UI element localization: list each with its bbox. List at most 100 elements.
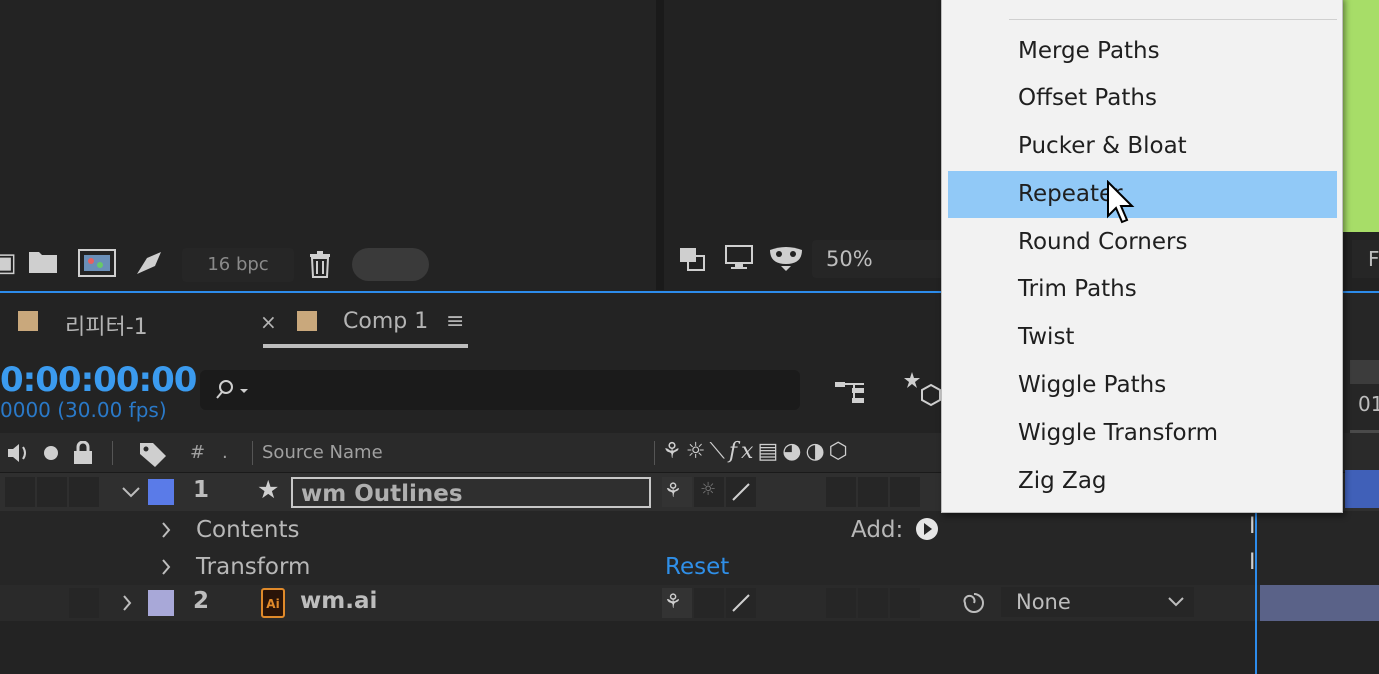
mouse-pointer-icon	[1107, 180, 1135, 224]
new-composition-icon[interactable]	[78, 248, 116, 283]
zoom-dropdown[interactable]: 50%	[812, 240, 952, 278]
chevron-right-icon[interactable]	[121, 594, 133, 612]
quality-icon[interactable]: ⟍	[709, 439, 728, 464]
collapse-icon[interactable]: ☼	[686, 439, 710, 464]
shy-icon: ⚘	[664, 589, 682, 613]
tab-close-icon[interactable]: ×	[260, 310, 277, 334]
parent-dropdown[interactable]: None	[1001, 587, 1194, 617]
time-ruler[interactable]	[1350, 360, 1379, 384]
fx-icon[interactable]: fx	[729, 439, 758, 464]
chevron-down-icon	[1168, 597, 1184, 607]
property-name: Contents	[196, 517, 300, 543]
property-row-contents[interactable]: Contents Add:	[0, 511, 1379, 549]
menu-item-merge-paths[interactable]: Merge Paths	[948, 28, 1337, 75]
3d-layer-icon[interactable]: ⬡	[829, 439, 852, 464]
frame-blend-icon[interactable]: ▤	[757, 439, 782, 464]
draft-3d-icon[interactable]	[904, 370, 944, 415]
audio-icon[interactable]	[6, 441, 36, 465]
layer-duration-bar[interactable]	[1345, 470, 1379, 508]
quality-switch[interactable]	[726, 588, 756, 618]
add-menu-icon[interactable]	[914, 516, 940, 542]
3d-switch[interactable]	[890, 477, 920, 507]
bit-depth-button[interactable]: 16 bpc	[182, 248, 294, 282]
monitor-icon[interactable]	[724, 244, 754, 277]
active-tab-indicator	[263, 344, 468, 348]
menu-item-zig-zag[interactable]: Zig Zag	[948, 458, 1337, 505]
menu-item-pucker-bloat[interactable]: Pucker & Bloat	[948, 123, 1337, 170]
chevron-down-icon[interactable]	[121, 485, 141, 499]
comp-flowchart-icon[interactable]	[834, 376, 870, 411]
lock-icon[interactable]	[72, 441, 94, 465]
layer-duration-bar[interactable]	[1260, 585, 1379, 621]
motion-blur-icon[interactable]: ◕	[782, 439, 805, 464]
panel-menu-icon[interactable]: ≡	[446, 309, 464, 334]
menu-item-offset-paths[interactable]: Offset Paths	[948, 75, 1337, 122]
menu-item-twist[interactable]: Twist	[948, 314, 1337, 361]
preview-icon[interactable]	[678, 246, 708, 277]
menu-separator	[1009, 19, 1337, 20]
layer-number: 2	[193, 588, 210, 614]
in-point-handle[interactable]: I	[1249, 514, 1256, 539]
collapse-switch[interactable]	[694, 588, 724, 618]
project-panel: ▣ 16 bpc	[0, 0, 656, 290]
flowchart-toggle[interactable]	[352, 248, 429, 281]
new-folder-icon[interactable]	[28, 248, 58, 279]
layer-name[interactable]: wm.ai	[300, 588, 377, 614]
add-label: Add:	[851, 517, 904, 543]
collapse-switch[interactable]: ☼	[694, 477, 724, 507]
column-number-header[interactable]: #	[190, 442, 205, 463]
layer-label-color[interactable]	[148, 590, 174, 616]
add-shape-operator-menu: Merge Paths Offset Paths Pucker & Bloat …	[941, 0, 1343, 513]
menu-item-round-corners[interactable]: Round Corners	[948, 219, 1337, 266]
adjustment-switch[interactable]	[858, 477, 888, 507]
shape-layer-icon: ★	[257, 475, 280, 504]
shy-switch[interactable]: ⚘	[662, 477, 692, 507]
adjustment-switch[interactable]	[858, 588, 888, 618]
pick-whip-icon[interactable]	[960, 590, 988, 616]
empty-layer-area[interactable]	[0, 621, 1379, 674]
layer-name-input[interactable]: wm Outlines	[291, 477, 651, 508]
column-dot-header: .	[222, 442, 228, 463]
switches-header[interactable]: ⚘☼⟍fx▤◕◑⬡	[662, 439, 852, 464]
label-icon[interactable]	[138, 441, 168, 467]
adjustment-layer-icon[interactable]: ◑	[805, 439, 828, 464]
3d-switch[interactable]	[890, 588, 920, 618]
interpret-footage-icon[interactable]: ▣	[0, 250, 17, 276]
chevron-right-icon[interactable]	[160, 558, 172, 576]
solo-icon[interactable]	[42, 444, 60, 462]
collapse-icon: ☼	[700, 479, 717, 500]
time-ruler-label: 01	[1358, 392, 1379, 416]
trash-icon[interactable]	[308, 250, 332, 283]
solo-switch[interactable]	[37, 477, 67, 507]
panel-divider[interactable]	[656, 0, 664, 290]
viewer-canvas	[1343, 0, 1379, 232]
menu-item-repeater[interactable]: Repeater	[948, 171, 1337, 218]
tab-repeater-1[interactable]: 리피터-1	[65, 309, 148, 341]
tab-comp-1[interactable]: Comp 1	[343, 309, 428, 334]
frame-rate-display: 0000 (30.00 fps)	[0, 398, 167, 422]
shy-icon[interactable]: ⚘	[662, 439, 686, 464]
column-source-name-header[interactable]: Source Name	[262, 442, 383, 463]
motion-blur-switch[interactable]	[826, 588, 856, 618]
lock-switch[interactable]	[69, 477, 99, 507]
motion-blur-switch[interactable]	[826, 477, 856, 507]
menu-item-wiggle-paths[interactable]: Wiggle Paths	[948, 362, 1337, 409]
tab-color-swatch	[297, 311, 317, 331]
chevron-right-icon[interactable]	[160, 521, 172, 539]
mask-icon[interactable]	[768, 244, 804, 279]
lock-switch[interactable]	[69, 588, 99, 618]
current-time-display[interactable]: 0:00:00:00	[0, 360, 197, 400]
viewer-resolution-dropdown[interactable]: F	[1352, 240, 1379, 278]
menu-item-wiggle-transform[interactable]: Wiggle Transform	[948, 410, 1337, 457]
timeline-search-input[interactable]	[200, 370, 800, 410]
render-icon[interactable]	[133, 248, 165, 283]
video-switch[interactable]	[5, 477, 35, 507]
search-icon	[216, 380, 248, 399]
column-divider	[654, 441, 655, 465]
reset-link[interactable]: Reset	[665, 554, 729, 580]
shy-switch[interactable]: ⚘	[662, 588, 692, 618]
quality-switch[interactable]	[726, 477, 756, 507]
layer-label-color[interactable]	[148, 479, 174, 505]
menu-item-trim-paths[interactable]: Trim Paths	[948, 266, 1337, 313]
in-point-handle[interactable]: I	[1249, 550, 1256, 575]
